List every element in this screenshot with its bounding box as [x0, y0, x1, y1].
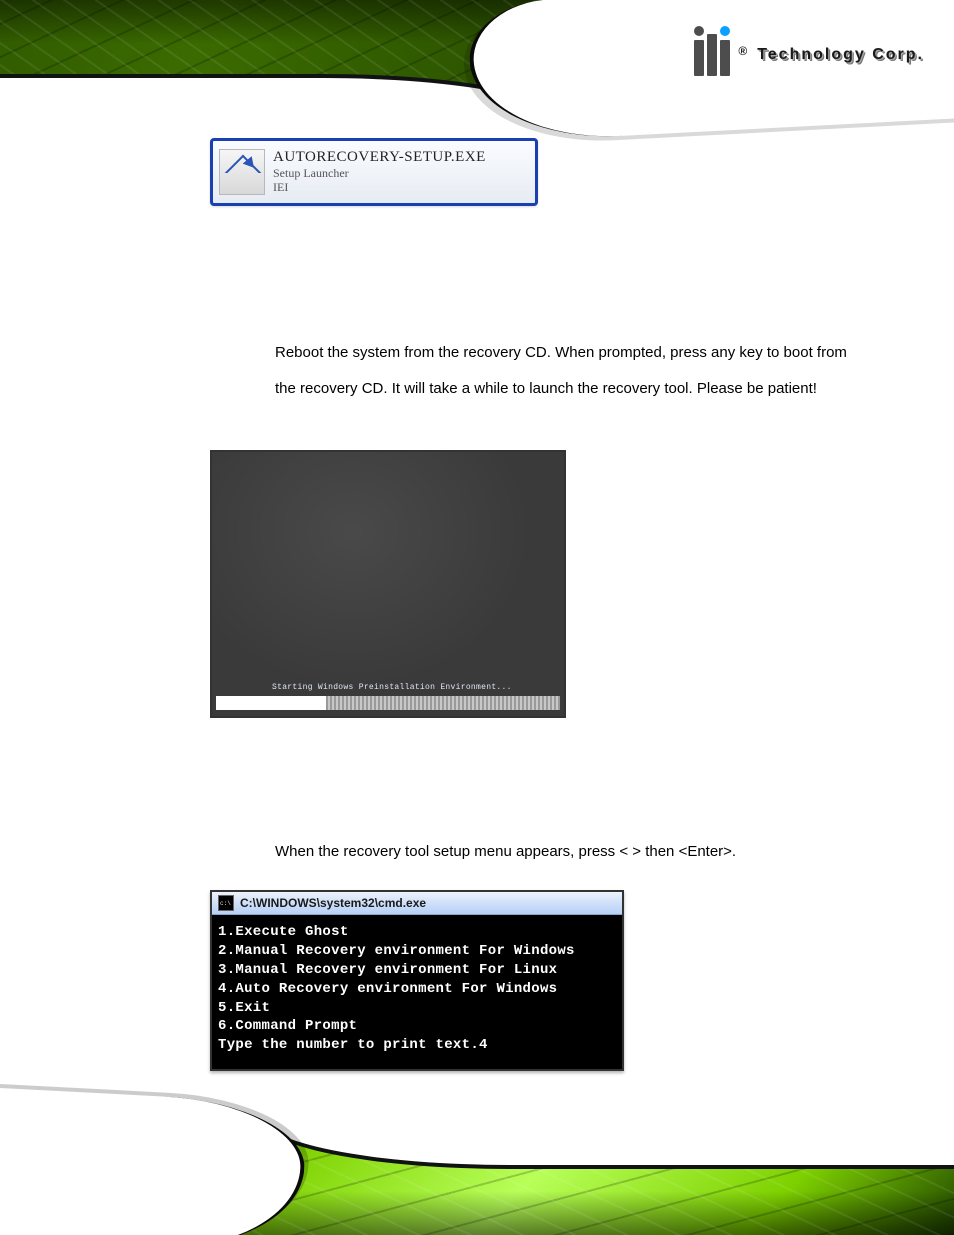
brand-text: Technology Corp. [757, 46, 924, 64]
figure-cmd-line: 5.Exit [218, 999, 616, 1018]
brand-registered: ® [738, 44, 747, 58]
figure-cmd-titlebar: C:\WINDOWS\system32\cmd.exe [212, 892, 622, 915]
installer-icon [219, 149, 265, 195]
step-4-paragraph: Reboot the system from the recovery CD. … [275, 335, 855, 407]
content-area: AUTORECOVERY-SETUP.EXE Setup Launcher IE… [0, 110, 954, 1125]
figure-autorecovery-lines: AUTORECOVERY-SETUP.EXE Setup Launcher IE… [273, 149, 486, 195]
figure-cmd-window: C:\WINDOWS\system32\cmd.exe 1.Execute Gh… [210, 890, 624, 1071]
figure-autorecovery-setup: AUTORECOVERY-SETUP.EXE Setup Launcher IE… [210, 138, 538, 206]
document-page: ® Technology Corp. AUTORECOVERY-SETUP.EX… [0, 0, 954, 1235]
figure-cmd-line: 2.Manual Recovery environment For Window… [218, 942, 616, 961]
header-banner: ® Technology Corp. [0, 0, 954, 110]
logo-dot-blue [720, 26, 730, 36]
figure-autorecovery-title: AUTORECOVERY-SETUP.EXE [273, 149, 486, 166]
footer-banner [0, 1125, 954, 1235]
step-5-paragraph: When the recovery tool setup menu appear… [275, 840, 855, 864]
brand-logo-mark [694, 34, 730, 76]
figure-autorecovery-sub1: Setup Launcher [273, 166, 486, 180]
figure-autorecovery-sub2: IEI [273, 180, 486, 194]
cmd-icon [218, 895, 234, 911]
figure-boot-glare [212, 452, 564, 716]
figure-boot-progress-fill [216, 696, 326, 710]
figure-cmd-line: 4.Auto Recovery environment For Windows [218, 980, 616, 999]
logo-bar [707, 34, 717, 76]
logo-dot [694, 26, 704, 36]
figure-cmd-console: 1.Execute Ghost 2.Manual Recovery enviro… [212, 915, 622, 1069]
figure-boot-screen: Starting Windows Preinstallation Environ… [210, 450, 566, 718]
logo-bar [720, 40, 730, 76]
logo-bar [694, 40, 704, 76]
figure-cmd-line: 6.Command Prompt [218, 1017, 616, 1036]
figure-boot-starting-text: Starting Windows Preinstallation Environ… [272, 683, 512, 692]
figure-cmd-line: Type the number to print text.4 [218, 1036, 616, 1055]
figure-cmd-line: 3.Manual Recovery environment For Linux [218, 961, 616, 980]
brand-logo: ® Technology Corp. [694, 34, 924, 76]
figure-cmd-line: 1.Execute Ghost [218, 923, 616, 942]
figure-cmd-title: C:\WINDOWS\system32\cmd.exe [240, 896, 426, 910]
